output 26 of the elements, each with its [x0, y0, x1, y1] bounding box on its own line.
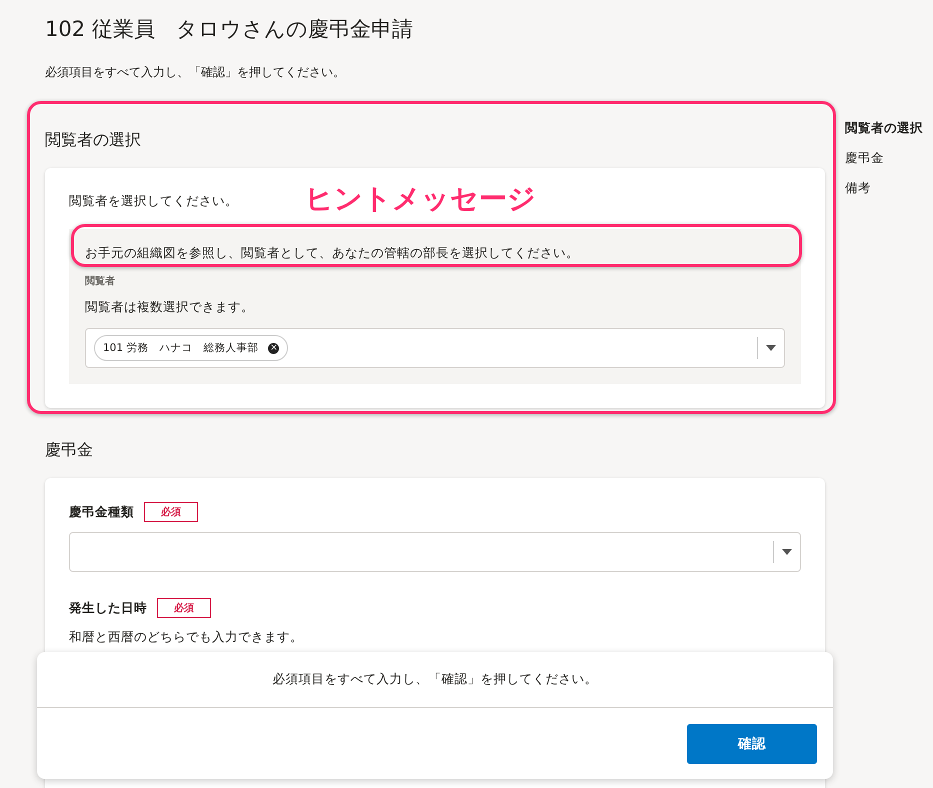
prompt-text: 閲覧者を選択してください。 [69, 192, 238, 210]
viewer-select[interactable]: 101 労務 ハナコ 総務人事部 × [85, 328, 785, 368]
hint-text: お手元の組織図を参照し、閲覧者として、あなたの管轄の部長を選択してください。 [85, 244, 580, 262]
instruction-text: 必須項目をすべて入力し、「確認」を押してください。 [45, 64, 346, 81]
caret-icon[interactable] [782, 549, 792, 555]
page-title: 102 従業員 タロウさんの慶弔金申請 [45, 16, 414, 43]
field-label: 閲覧者 [85, 274, 116, 288]
field-label: 慶弔金種類 [69, 504, 134, 520]
required-badge: 必須 [157, 598, 211, 618]
field-label: 発生した日時 [69, 600, 147, 616]
confirm-button[interactable]: 確認 [687, 724, 817, 764]
chip-label: 101 労務 ハナコ 総務人事部 [103, 341, 258, 355]
select-field[interactable] [69, 532, 801, 572]
section-heading: 慶弔金 [45, 439, 94, 461]
nav-link[interactable]: 慶弔金 [845, 150, 923, 167]
section-heading: 閲覧者の選択 [45, 129, 142, 151]
field-note: 和暦と西暦のどちらでも入力できます。 [69, 628, 304, 646]
required-badge: 必須 [144, 502, 198, 522]
remove-button[interactable]: × [268, 342, 280, 354]
nav-link[interactable]: 閲覧者の選択 [845, 120, 923, 137]
viewer-chip[interactable]: 101 労務 ハナコ 総務人事部 × [94, 335, 288, 361]
footer-message: 必須項目をすべて入力し、「確認」を押してください。 [37, 652, 833, 708]
nav-link[interactable]: 備考 [845, 180, 923, 197]
caret-icon[interactable] [766, 345, 776, 351]
field-note: 閲覧者は複数選択できます。 [85, 298, 255, 316]
annotation-label: ヒントメッセージ [305, 181, 536, 217]
